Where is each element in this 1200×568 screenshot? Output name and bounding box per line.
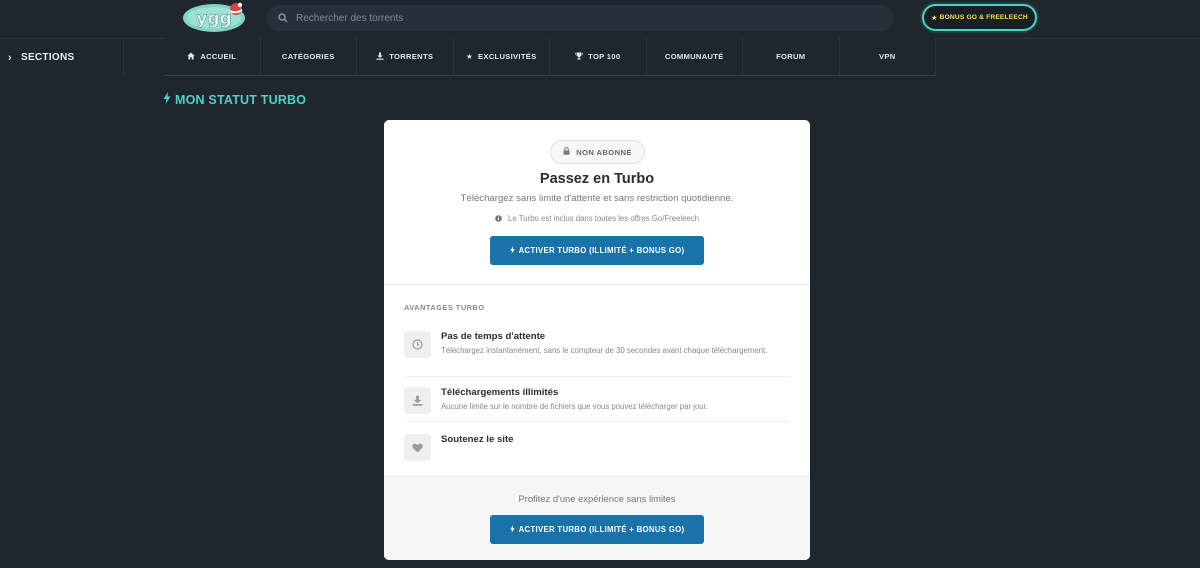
main-nav: ACCUEIL CATÉGORIES TORRENTS ★ EXCLUSIVIT… xyxy=(164,38,935,76)
bolt-icon xyxy=(509,524,515,535)
nav-label: CATÉGORIES xyxy=(281,52,335,61)
card-subtitle: Téléchargez sans limite d'attente et san… xyxy=(460,193,734,204)
logo-text: ygg xyxy=(196,9,231,29)
nav-item-communaute[interactable]: COMMUNAUTÉ xyxy=(645,38,743,75)
page-title-text: MON STATUT TURBO xyxy=(175,92,307,107)
activate-turbo-label: ACTIVER TURBO (ILLIMITÉ + BONUS GO) xyxy=(518,525,685,534)
nav-item-torrents[interactable]: TORRENTS xyxy=(356,38,453,75)
nav-label: TOP 100 xyxy=(588,52,621,61)
search-icon xyxy=(278,13,288,23)
status-badge: NON ABONNÉ xyxy=(550,140,645,164)
advantage-title: Soutenez le site xyxy=(441,434,514,445)
bonus-go-freeleech-button[interactable]: ★ BONUS GO & FREELEECH xyxy=(922,4,1037,31)
home-icon xyxy=(187,52,195,62)
footer-tagline: Profitez d'une expérience sans limites xyxy=(518,493,676,504)
card-info-note: Le Turbo est inclus dans toutes les offr… xyxy=(384,214,810,223)
activate-turbo-button-bottom[interactable]: ACTIVER TURBO (ILLIMITÉ + BONUS GO) xyxy=(490,515,704,544)
page-title: MON STATUT TURBO xyxy=(163,92,306,107)
search-bar[interactable] xyxy=(266,5,894,31)
nav-label: FORUM xyxy=(776,52,806,61)
card-info-text: Le Turbo est inclus dans toutes les offr… xyxy=(508,214,700,223)
nav-item-forum[interactable]: FORUM xyxy=(742,38,839,75)
lock-icon xyxy=(563,147,570,157)
advantage-title: Téléchargements illimités xyxy=(441,387,559,398)
activate-turbo-label: ACTIVER TURBO (ILLIMITÉ + BONUS GO) xyxy=(518,246,685,255)
info-icon xyxy=(495,214,504,223)
nav-label: EXCLUSIVITÉS xyxy=(478,52,537,61)
star-icon: ★ xyxy=(466,52,474,61)
nav-label: VPN xyxy=(878,52,896,61)
star-icon: ★ xyxy=(931,14,938,22)
divider xyxy=(404,376,790,377)
sections-label: SECTIONS xyxy=(20,52,75,63)
nav-item-categories[interactable]: CATÉGORIES xyxy=(259,38,357,75)
card-footer-section: Profitez d'une expérience sans limites A… xyxy=(384,476,810,560)
search-input[interactable] xyxy=(296,12,856,24)
clock-icon xyxy=(404,331,431,358)
card-header-section: NON ABONNÉ Passez en Turbo Téléchargez s… xyxy=(384,120,810,285)
advantage-title: Pas de temps d'attente xyxy=(441,331,546,342)
top-bar: ygg ★ BONUS GO & FREELEECH xyxy=(0,0,1200,38)
activate-turbo-button[interactable]: ACTIVER TURBO (ILLIMITÉ + BONUS GO) xyxy=(490,236,704,265)
advantages-section: AVANTAGES TURBO Pas de temps d'attente T… xyxy=(384,285,810,476)
download-icon xyxy=(404,387,431,414)
nav-item-exclusivites[interactable]: ★ EXCLUSIVITÉS xyxy=(452,38,550,75)
bolt-icon xyxy=(509,245,515,256)
nav-item-top100[interactable]: TOP 100 xyxy=(549,38,646,75)
nav-item-vpn[interactable]: VPN xyxy=(838,38,936,75)
divider xyxy=(404,421,790,422)
download-icon xyxy=(376,52,384,62)
status-badge-text: NON ABONNÉ xyxy=(576,147,632,157)
card-heading: Passez en Turbo xyxy=(539,171,655,187)
nav-right-spacer xyxy=(935,38,1200,76)
nav-label: COMMUNAUTÉ xyxy=(664,52,724,61)
heart-icon xyxy=(404,434,431,461)
chevron-right-icon: › xyxy=(8,51,12,64)
trophy-icon xyxy=(575,52,583,62)
sections-toggle[interactable]: › SECTIONS xyxy=(0,38,124,76)
turbo-status-card: NON ABONNÉ Passez en Turbo Téléchargez s… xyxy=(384,120,810,560)
bonus-label: BONUS GO & FREELEECH xyxy=(939,14,1028,21)
advantage-description: Aucune limite sur le nombre de fichiers … xyxy=(441,402,708,411)
nav-item-accueil[interactable]: ACCUEIL xyxy=(164,38,260,75)
advantage-description: Téléchargez instantanément, sans le comp… xyxy=(441,346,768,355)
nav-label: TORRENTS xyxy=(389,52,434,61)
bolt-icon xyxy=(163,92,171,107)
nav-spacer xyxy=(124,38,164,76)
nav-label: ACCUEIL xyxy=(200,52,237,61)
advantages-title: AVANTAGES TURBO xyxy=(404,303,485,312)
site-logo[interactable]: ygg xyxy=(176,2,252,34)
